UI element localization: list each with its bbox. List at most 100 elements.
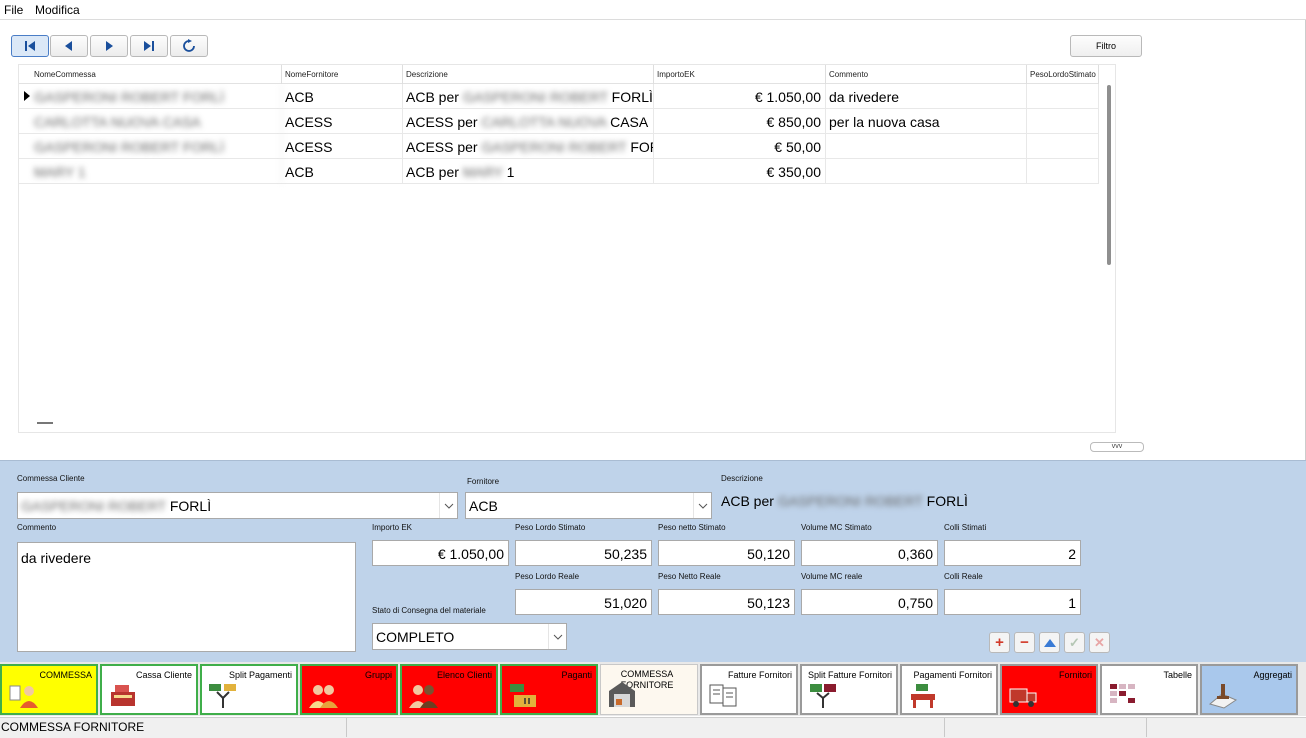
delete-record-button[interactable]: − [1014,632,1035,653]
colli-stimati-label: Colli Stimati [944,523,987,532]
tab-split-pagamenti[interactable]: Split Pagamenti [200,664,298,715]
stato-label: Stato di Consegna del materiale [372,606,486,615]
cancel-button[interactable]: ✕ [1089,632,1110,653]
invoices-icon [709,684,737,707]
table-row[interactable]: CARLOTTA NUOVA CASA ACESS ACESS per CARL… [19,109,1099,134]
first-record-icon [25,41,35,51]
peso-netto-reale-field[interactable]: 50,123 [658,589,795,615]
menu-modifica[interactable]: Modifica [35,3,80,17]
cell-importo: € 50,00 [654,134,826,159]
table-icon [1110,684,1135,703]
refresh-button[interactable] [170,35,208,57]
tab-cassa-cliente[interactable]: Cassa Cliente [100,664,198,715]
tab-tabelle[interactable]: Tabelle [1100,664,1198,715]
fornitore-select[interactable]: ACB [465,492,712,519]
next-record-button[interactable] [90,35,128,57]
descrizione-value: ACB per GASPERONI ROBERT FORLÌ [721,493,968,509]
tab-fatture-fornitori[interactable]: Fatture Fornitori [700,664,798,715]
cell-descrizione: ACB per GASPERONI ROBERT FORLÌ [403,84,654,109]
group-icon [309,685,338,708]
status-divider [346,718,347,737]
last-record-icon [144,41,154,51]
person-document-icon [9,685,38,708]
cell-descrizione: ACB per MARY 1 [403,159,654,184]
plus-icon: + [995,634,1004,651]
peso-netto-stimato-field[interactable]: 50,120 [658,540,795,566]
menu-file[interactable]: File [4,3,23,17]
volume-reale-field[interactable]: 0,750 [801,589,938,615]
last-record-button[interactable] [130,35,168,57]
confirm-button[interactable]: ✓ [1064,632,1085,653]
horizontal-scrollbar[interactable] [37,422,53,424]
cell-commento: da rivedere [826,84,1027,109]
column-header[interactable]: NomeFornitore [282,65,403,84]
peso-lordo-reale-label: Peso Lordo Reale [515,572,580,581]
warehouse-icon [609,682,635,707]
cell-descrizione: ACESS per GASPERONI ROBERT FORL [403,134,654,159]
tab-commessa-fornitore[interactable]: COMMESSA FORNITORE [600,664,698,715]
column-header[interactable]: Commento [826,65,1027,84]
colli-reali-field[interactable]: 1 [944,589,1081,615]
payers-icon [510,684,536,707]
table-row[interactable]: MARY 1 ACB ACB per MARY 1 € 350,00 [19,159,1099,184]
tab-aggregati[interactable]: Aggregati [1200,664,1298,715]
peso-netto-reale-label: Peso Netto Reale [658,572,721,581]
volume-stimato-field[interactable]: 0,360 [801,540,938,566]
tab-fornitori[interactable]: Fornitori [1000,664,1098,715]
truck-icon [1009,688,1037,707]
cell-fornitore: ACESS [282,134,403,159]
volume-reale-label: Volume MC reale [801,572,863,581]
peso-lordo-stimato-field[interactable]: 50,235 [515,540,652,566]
tab-pagamenti-fornitori[interactable]: Pagamenti Fornitori [900,664,998,715]
colli-reali-label: Colli Reale [944,572,983,581]
refresh-icon [183,39,195,52]
tab-elenco-clienti[interactable]: Elenco Clienti [400,664,498,715]
previous-record-button[interactable] [50,35,88,57]
tab-split-fatture-fornitori[interactable]: Split Fatture Fornitori [800,664,898,715]
stato-select[interactable]: COMPLETO [372,623,567,650]
current-row-indicator [24,91,30,101]
edit-record-button[interactable] [1039,632,1060,653]
fornitore-label: Fornitore [467,477,500,486]
tab-commessa[interactable]: COMMESSA [0,664,98,715]
status-bar [0,717,1306,738]
minus-icon: − [1020,634,1029,651]
split-invoice-icon [810,684,836,708]
column-header[interactable]: NomeCommessa [31,65,282,84]
colli-stimati-field[interactable]: 2 [944,540,1081,566]
chevron-down-icon[interactable] [548,624,566,649]
chevron-down-icon[interactable] [439,493,457,518]
add-record-button[interactable]: + [989,632,1010,653]
tab-paganti[interactable]: Paganti [500,664,598,715]
previous-record-icon [65,41,72,51]
cell-fornitore: ACB [282,84,403,109]
commessa-select[interactable]: GASPERONI ROBERT FORLÌ [17,492,458,519]
commento-textarea[interactable]: da rivedere [17,542,356,652]
cell-peso [1027,109,1099,134]
clients-icon [409,685,438,708]
chevron-down-icon[interactable] [693,493,711,518]
tab-gruppi[interactable]: Gruppi [300,664,398,715]
column-header[interactable]: PesoLordoStimato [1027,65,1099,84]
filter-button[interactable]: Filtro [1070,35,1142,57]
menu-bar: File Modifica [0,0,1306,20]
supplier-payment-icon [911,684,935,708]
first-record-button[interactable] [11,35,49,57]
cell-commessa: GASPERONI ROBERT FORLÌ [31,134,282,159]
grid-splitter-handle[interactable]: vvv [1090,442,1144,452]
cell-importo: € 850,00 [654,109,826,134]
check-icon: ✓ [1069,634,1080,650]
column-header[interactable]: Descrizione [403,65,654,84]
cell-commento: per la nuova casa [826,109,1027,134]
status-divider [944,718,945,737]
table-row[interactable]: GASPERONI ROBERT FORLÌ ACB ACB per GASPE… [19,84,1099,109]
cell-fornitore: ACESS [282,109,403,134]
peso-lordo-reale-field[interactable]: 51,020 [515,589,652,615]
table-row[interactable]: GASPERONI ROBERT FORLÌ ACESS ACESS per G… [19,134,1099,159]
column-header[interactable]: ImportoEK [654,65,826,84]
importo-field[interactable]: € 1.050,00 [372,540,509,566]
commento-label: Commento [17,523,57,532]
volume-stimato-label: Volume MC Stimato [801,523,872,532]
cell-importo: € 1.050,00 [654,84,826,109]
vertical-scrollbar[interactable] [1107,85,1111,265]
